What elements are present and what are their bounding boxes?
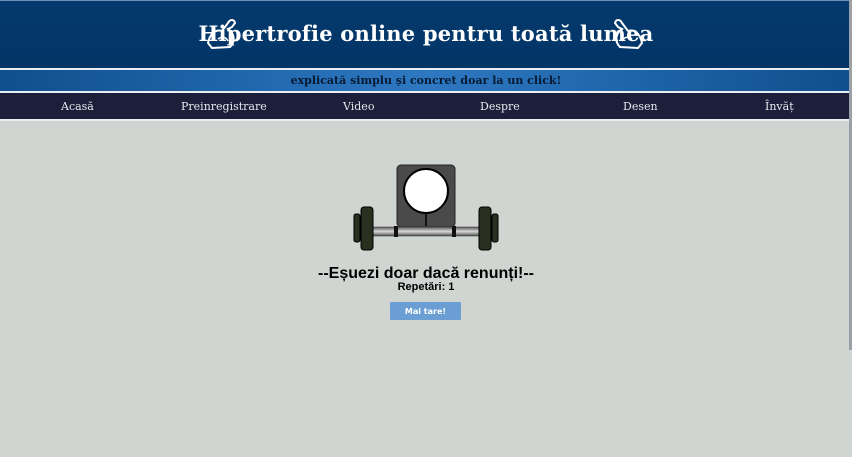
mai-tare-button[interactable]: Mai tare! xyxy=(390,302,461,320)
nav-item-preinregistrare[interactable]: Preinregistrare xyxy=(181,100,267,113)
nav-item-invat[interactable]: Învăț xyxy=(765,100,794,113)
repetitions-counter: Repetări: 1 xyxy=(397,281,455,293)
nav-item-acasa[interactable]: Acasă xyxy=(61,100,94,113)
subtitle-bar: explicată simplu și concret doar la un c… xyxy=(0,70,852,91)
main-nav: Acasă Preinregistrare Video Despre Desen… xyxy=(0,93,852,119)
nav-item-despre[interactable]: Despre xyxy=(480,100,520,113)
weightlifter-barbell-icon xyxy=(353,164,499,251)
flexed-biceps-icon xyxy=(613,19,644,50)
site-title: Hipertrofie online pentru toată lumea xyxy=(198,21,654,46)
site-subtitle: explicată simplu și concret doar la un c… xyxy=(290,74,562,87)
nav-item-desen[interactable]: Desen xyxy=(623,100,658,113)
divider xyxy=(0,119,852,121)
site-header: Hipertrofie online pentru toată lumea xyxy=(0,0,852,68)
nav-item-video[interactable]: Video xyxy=(343,100,374,113)
